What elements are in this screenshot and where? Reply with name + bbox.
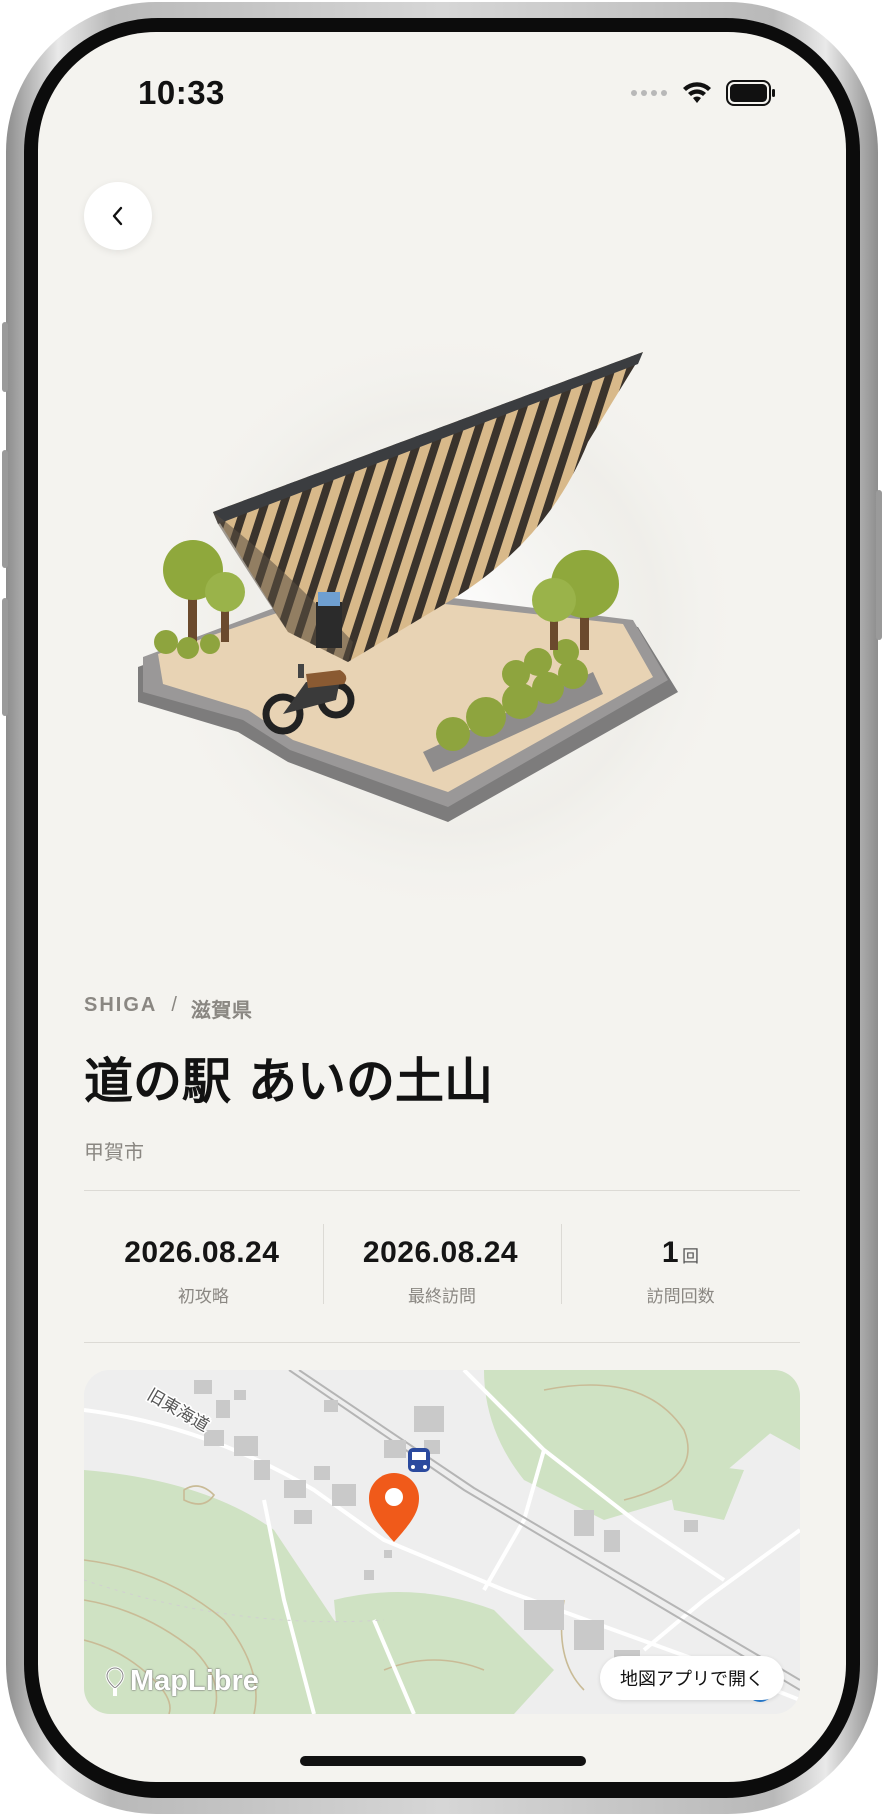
signal-dots-icon [631,90,667,96]
breadcrumb: SHIGA / 滋賀県 [84,994,252,1023]
screen: 10:33 SHIGA / 滋賀県 道の駅 あいの土山 甲賀市 2026.08.… [38,32,846,1782]
home-indicator[interactable] [300,1756,586,1766]
volume-down-button [2,598,8,716]
action-button [2,322,8,392]
location-map[interactable]: 旧東海道 MapLibre 地図アプリで開く [84,1370,800,1714]
stat-visit-count: 1回 訪問回数 [561,1208,800,1338]
divider-top [84,1190,800,1191]
wifi-icon [683,82,711,103]
chevron-left-icon [112,206,123,226]
bus-stop-icon [408,1448,430,1472]
stat-value: 2026.08.24 [362,1236,519,1269]
stat-unit: 回 [682,1247,700,1267]
maplibre-attribution[interactable]: MapLibre [104,1665,259,1698]
stat-value: 2026.08.24 [124,1236,280,1269]
prefecture-ja: 滋賀県 [190,1000,253,1022]
page-title: 道の駅 あいの土山 [84,1053,494,1110]
status-bar: 10:33 [38,32,846,152]
breadcrumb-separator: / [171,994,177,1016]
stat-value: 1 [661,1236,680,1269]
divider-bottom [84,1342,800,1343]
back-button[interactable] [84,182,152,250]
maplibre-logo-icon [105,1665,125,1696]
stat-label: 訪問回数 [646,1287,715,1307]
city-label: 甲賀市 [84,1140,144,1164]
stat-last-visit: 2026.08.24 最終訪問 [322,1208,562,1338]
maplibre-label: MapLibre [130,1665,259,1697]
open-in-maps-button[interactable]: 地図アプリで開く [600,1656,784,1700]
stat-label: 初攻略 [177,1287,229,1307]
power-button [876,490,882,640]
visit-stats: 2026.08.24 初攻略 2026.08.24 最終訪問 1回 訪問回数 [84,1208,800,1338]
roadside-station-illustration [138,322,748,922]
stat-first-capture: 2026.08.24 初攻略 [84,1208,323,1338]
battery-icon [726,80,775,106]
volume-up-button [2,450,8,568]
status-time: 10:33 [138,74,225,111]
prefecture-en: SHIGA [84,994,158,1016]
stat-label: 最終訪問 [408,1287,476,1307]
